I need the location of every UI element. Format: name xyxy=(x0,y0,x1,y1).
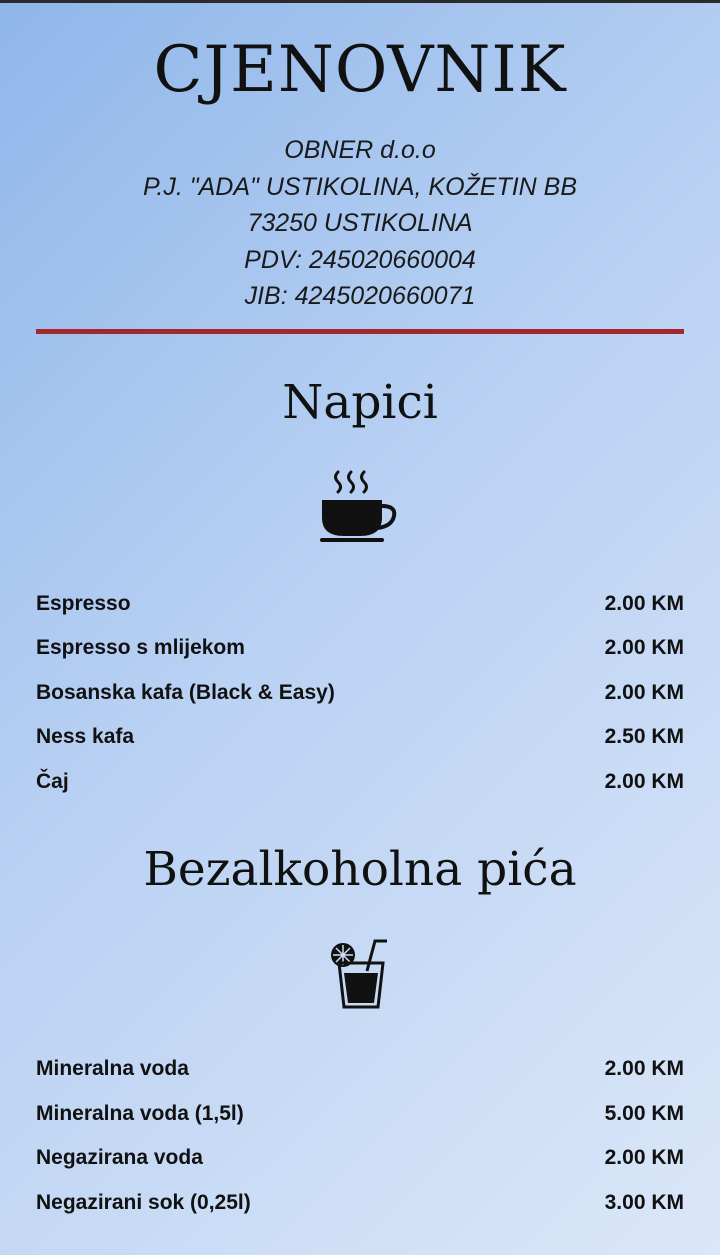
page-title: CJENOVNIK xyxy=(153,33,567,107)
company-name: OBNER d.o.o xyxy=(284,136,436,164)
menu-item: Negazirani sok (0,25l) 3.00 KM xyxy=(36,1181,684,1226)
item-price: 3.00 KM xyxy=(604,1190,684,1214)
item-name: Ness kafa xyxy=(36,725,135,749)
item-name: Negazirana voda xyxy=(36,1146,203,1170)
bezalkoholna-list: Mineralna voda 2.00 KM Mineralna voda (1… xyxy=(36,1047,684,1225)
menu-item: Espresso s mlijekom 2.00 KM xyxy=(36,626,684,671)
section-title-napici: Napici xyxy=(282,374,438,430)
header-divider xyxy=(36,328,684,334)
item-price: 2.00 KM xyxy=(604,591,684,615)
item-name: Espresso s mlijekom xyxy=(36,636,245,660)
menu-item: Čaj 2.00 KM xyxy=(36,760,684,805)
company-info: OBNER d.o.o P.J. "ADA" USTIKOLINA, KOŽET… xyxy=(0,132,720,315)
item-price: 2.00 KM xyxy=(604,680,684,704)
soft-drink-icon xyxy=(0,937,720,1009)
menu-item: Negazirana voda 2.00 KM xyxy=(36,1136,684,1181)
item-name: Čaj xyxy=(36,769,69,793)
menu-item: Mineralna voda 2.00 KM xyxy=(36,1047,684,1092)
item-price: 2.50 KM xyxy=(604,725,684,749)
item-price: 2.00 KM xyxy=(604,769,684,793)
item-price: 2.00 KM xyxy=(604,636,684,660)
item-name: Mineralna voda (1,5l) xyxy=(36,1101,244,1125)
item-price: 2.00 KM xyxy=(604,1057,684,1081)
company-address: P.J. "ADA" USTIKOLINA, KOŽETIN BB xyxy=(142,172,578,201)
item-price: 2.00 KM xyxy=(604,1146,684,1170)
company-pdv: PDV: 245020660004 xyxy=(244,245,476,274)
menu-item: Mineralna voda (1,5l) 5.00 KM xyxy=(36,1092,684,1137)
price-list-page: CJENOVNIK OBNER d.o.o P.J. "ADA" USTIKOL… xyxy=(0,0,720,1225)
menu-item: Bosanska kafa (Black & Easy) 2.00 KM xyxy=(36,671,684,716)
company-city: 73250 USTIKOLINA xyxy=(247,209,473,237)
section-title-bezalkoholna: Bezalkoholna pića xyxy=(143,842,577,897)
item-name: Negazirani sok (0,25l) xyxy=(36,1190,251,1214)
menu-item: Ness kafa 2.50 KM xyxy=(36,715,684,760)
item-name: Mineralna voda xyxy=(36,1057,189,1081)
coffee-cup-icon xyxy=(0,470,720,544)
item-name: Espresso xyxy=(36,591,131,615)
menu-item: Espresso 2.00 KM xyxy=(36,582,684,627)
napici-list: Espresso 2.00 KM Espresso s mlijekom 2.0… xyxy=(36,582,684,805)
item-price: 5.00 KM xyxy=(604,1101,684,1125)
company-jib: JIB: 4245020660071 xyxy=(244,282,476,310)
item-name: Bosanska kafa (Black & Easy) xyxy=(36,680,335,704)
